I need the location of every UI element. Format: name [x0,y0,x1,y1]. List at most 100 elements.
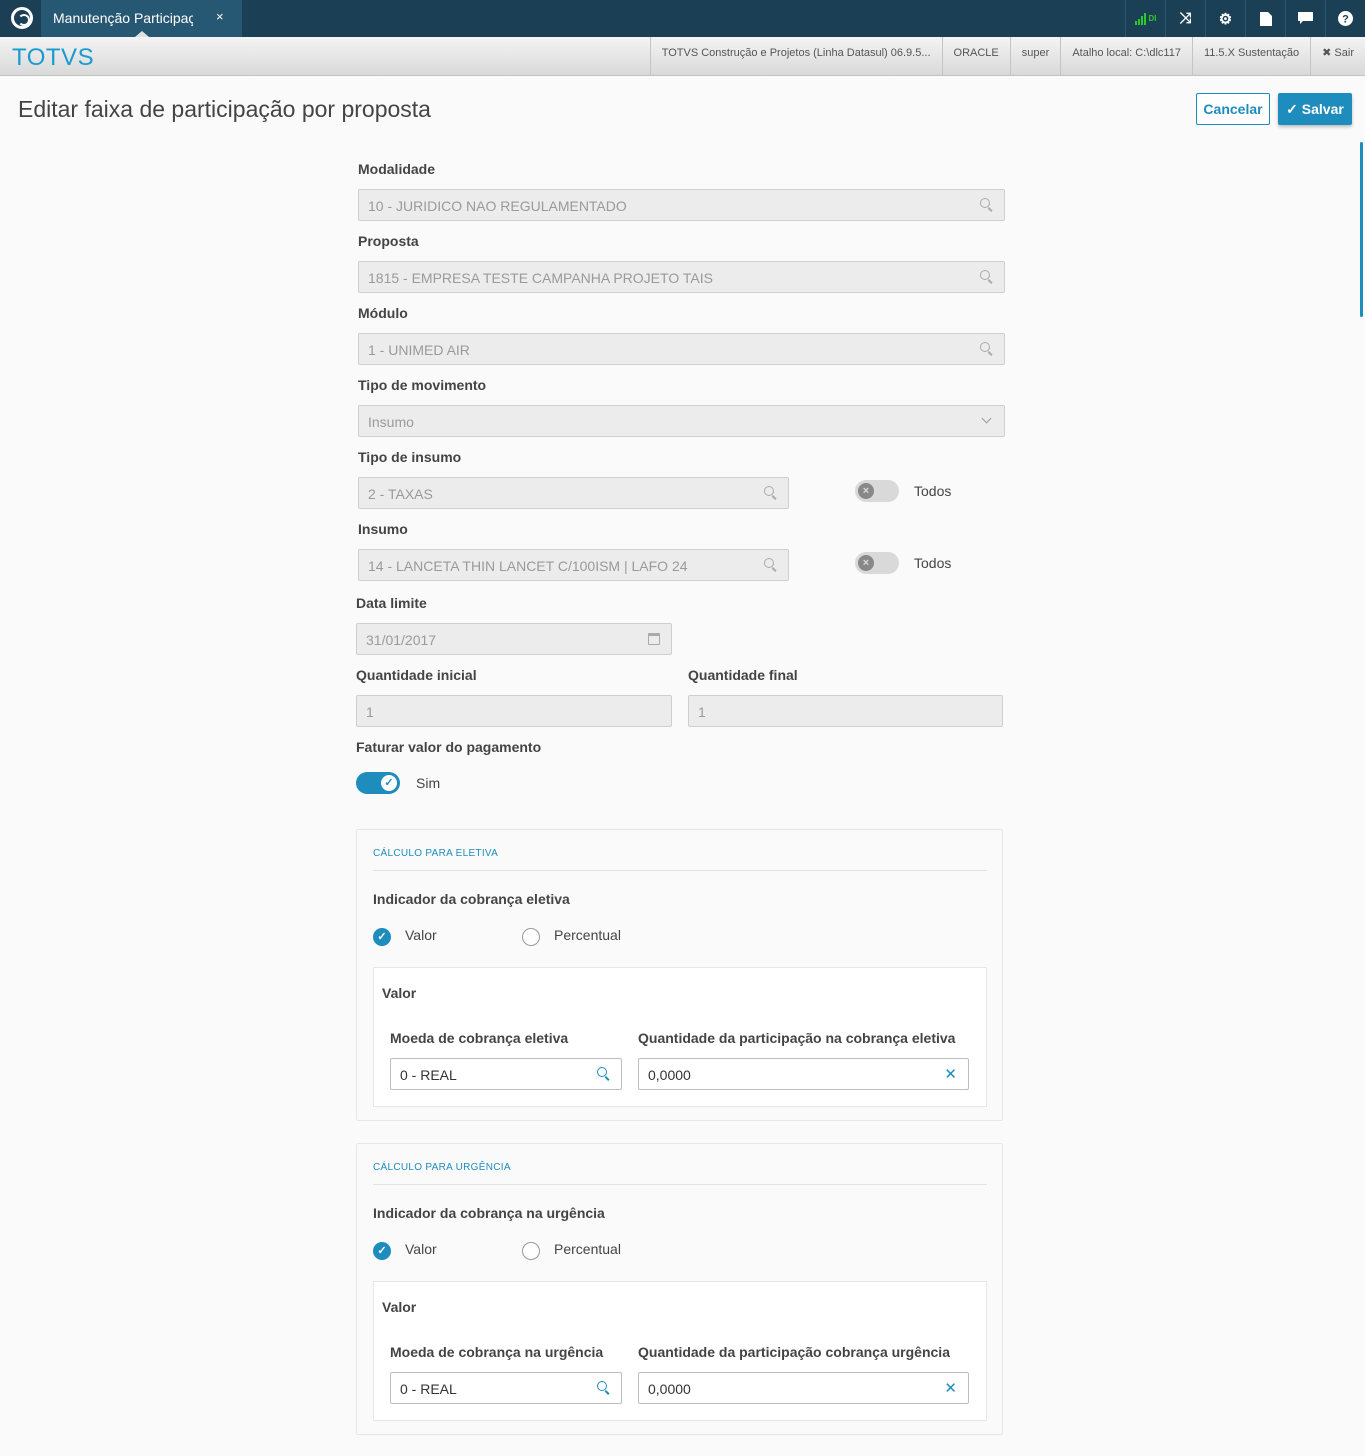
tipo-movimento-label: Tipo de movimento [358,377,487,393]
brand-logo: TOTVS [12,44,95,71]
urgencia-moeda-label: Moeda de cobrança na urgência [390,1344,604,1360]
eletiva-radio-valor[interactable]: ✓ [373,928,391,946]
tipo-movimento-value: Insumo [368,414,414,430]
search-icon [764,558,778,572]
faturar-toggle-label: Sim [416,775,441,791]
close-icon: × [858,555,874,571]
qtd-inicial-field: 1 [356,695,672,727]
version-info: 11.5.X Sustentação [1191,37,1310,75]
signal-icon[interactable]: DI [1125,0,1165,37]
proposta-value: 1815 - EMPRESA TESTE CAMPANHA PROJETO TA… [368,270,713,286]
urgencia-radio-percentual[interactable] [522,1242,540,1260]
eletiva-valor-label[interactable]: Valor [405,927,437,943]
eletiva-qtd-input[interactable]: 0,0000 ✕ [638,1058,969,1090]
eletiva-moeda-label: Moeda de cobrança eletiva [390,1030,569,1046]
clear-icon[interactable]: ✕ [944,1379,957,1397]
signal-label: DI [1148,14,1157,23]
insumo-field: 14 - LANCETA THIN LANCET C/100ISM | LAFO… [358,549,789,581]
insumo-label: Insumo [358,521,408,537]
eletiva-moeda-input[interactable]: 0 - REAL [390,1058,622,1090]
urgencia-qtd-label: Quantidade da participação cobrança urgê… [638,1344,950,1360]
database-info: ORACLE [941,37,1010,75]
help-icon[interactable]: ? [1325,0,1365,37]
chevron-down-icon [981,413,992,424]
search-icon [980,342,994,356]
data-limite-value: 31/01/2017 [366,632,437,648]
tipo-insumo-value: 2 - TAXAS [368,486,433,502]
eletiva-indicator-label: Indicador da cobrança eletiva [373,891,570,907]
save-button[interactable]: ✓ Salvar [1278,93,1352,125]
eletiva-section-title: CÁLCULO PARA ELETIVA [373,848,499,859]
eletiva-sub-title: Valor [382,985,417,1001]
tipo-movimento-select: Insumo [358,405,1005,437]
eletiva-percentual-label[interactable]: Percentual [554,927,621,943]
urgencia-percentual-label[interactable]: Percentual [554,1241,621,1257]
urgencia-valor-panel: Valor Moeda de cobrança na urgência 0 - … [373,1281,987,1421]
urgencia-sub-title: Valor [382,1299,417,1315]
check-icon: ✓ [381,775,397,791]
urgencia-moeda-input[interactable]: 0 - REAL [390,1372,622,1404]
search-icon [980,198,994,212]
search-icon [980,270,994,284]
urgencia-panel: CÁLCULO PARA URGÊNCIA Indicador da cobra… [356,1143,1003,1435]
faturar-toggle[interactable]: ✓ [356,772,400,794]
clear-icon[interactable]: ✕ [944,1065,957,1083]
page-title: Editar faixa de participação por propost… [18,96,431,122]
search-icon[interactable] [597,1381,611,1395]
chat-icon[interactable] [1285,0,1325,37]
top-bar: Manutenção Participaç × DI ⤨ ⚙ ? [0,0,1365,37]
qtd-final-label: Quantidade final [688,667,798,683]
modulo-field: 1 - UNIMED AIR [358,333,1005,365]
logout-button[interactable]: ✖ Sair [1310,37,1365,75]
eletiva-moeda-value: 0 - REAL [400,1067,457,1083]
urgencia-indicator-label: Indicador da cobrança na urgência [373,1205,605,1221]
modulo-label: Módulo [358,305,408,321]
brand-bar: TOTVS TOTVS Construção e Projetos (Linha… [0,37,1365,76]
urgencia-radio-valor[interactable]: ✓ [373,1242,391,1260]
product-info[interactable]: TOTVS Construção e Projetos (Linha Datas… [649,37,942,75]
modulo-value: 1 - UNIMED AIR [368,342,470,358]
urgencia-section-title: CÁLCULO PARA URGÊNCIA [373,1162,511,1173]
urgencia-qtd-input[interactable]: 0,0000 ✕ [638,1372,969,1404]
session-info: TOTVS Construção e Projetos (Linha Datas… [649,37,1365,75]
tipo-insumo-field: 2 - TAXAS [358,477,789,509]
urgencia-valor-label[interactable]: Valor [405,1241,437,1257]
eletiva-valor-panel: Valor Moeda de cobrança eletiva 0 - REAL… [373,967,987,1107]
eletiva-radio-percentual[interactable] [522,928,540,946]
data-limite-field: 31/01/2017 [356,623,672,655]
proposta-field: 1815 - EMPRESA TESTE CAMPANHA PROJETO TA… [358,261,1005,293]
insumo-todos-toggle[interactable]: × [855,552,899,574]
modalidade-field: 10 - JURIDICO NAO REGULAMENTADO [358,189,1005,221]
gear-icon[interactable]: ⚙ [1205,0,1245,37]
document-icon[interactable] [1245,0,1285,37]
faturar-label: Faturar valor do pagamento [356,739,542,755]
qtd-final-value: 1 [698,704,706,720]
qtd-inicial-label: Quantidade inicial [356,667,477,683]
cancel-button[interactable]: Cancelar [1196,93,1270,125]
search-icon [764,486,778,500]
tab-close-icon[interactable]: × [216,9,224,24]
insumo-todos-label: Todos [914,555,952,571]
user-info[interactable]: super [1009,37,1061,75]
svg-text:?: ? [1342,14,1349,26]
tab-label: Manutenção Participaç [53,10,193,26]
top-icons: DI ⤨ ⚙ ? [1125,0,1365,37]
qtd-inicial-value: 1 [366,704,374,720]
modalidade-value: 10 - JURIDICO NAO REGULAMENTADO [368,198,627,214]
scrollbar[interactable] [1360,142,1363,317]
modalidade-label: Modalidade [358,161,436,177]
shuffle-icon[interactable]: ⤨ [1165,0,1205,37]
data-limite-label: Data limite [356,595,427,611]
close-icon: × [858,483,874,499]
urgencia-qtd-value: 0,0000 [648,1381,691,1397]
qtd-final-field: 1 [688,695,1003,727]
proposta-label: Proposta [358,233,419,249]
totvs-logo-icon[interactable] [11,7,33,29]
eletiva-qtd-value: 0,0000 [648,1067,691,1083]
tipo-insumo-todos-label: Todos [914,483,952,499]
search-icon[interactable] [597,1067,611,1081]
eletiva-panel: CÁLCULO PARA ELETIVA Indicador da cobran… [356,829,1003,1121]
tipo-insumo-todos-toggle[interactable]: × [855,480,899,502]
insumo-value: 14 - LANCETA THIN LANCET C/100ISM | LAFO… [368,558,688,574]
urgencia-moeda-value: 0 - REAL [400,1381,457,1397]
